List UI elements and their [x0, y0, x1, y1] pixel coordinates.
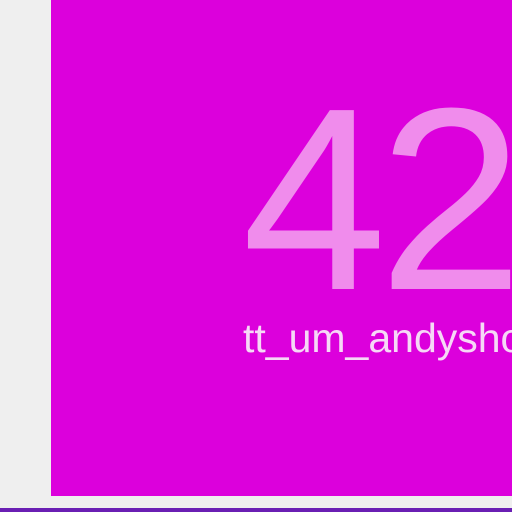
screen: 42 tt_um_andysho [0, 0, 512, 512]
tile-number: 42 [242, 55, 512, 345]
tile-caption: tt_um_andysho [243, 315, 512, 361]
project-tile[interactable]: 42 tt_um_andysho [51, 0, 512, 496]
bottom-bar [0, 508, 512, 512]
